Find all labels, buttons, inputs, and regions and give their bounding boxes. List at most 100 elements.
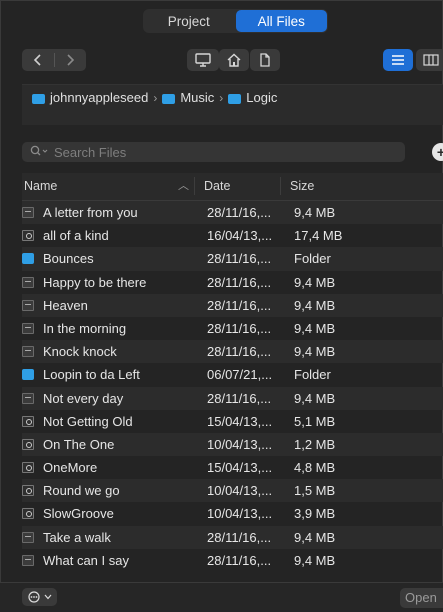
- document-icon: [260, 53, 270, 67]
- breadcrumb: johnnyappleseed › Music › Logic: [32, 90, 277, 105]
- audio-file-icon: [22, 485, 34, 497]
- column-divider[interactable]: [194, 177, 195, 195]
- folder-icon: [162, 93, 176, 104]
- column-divider[interactable]: [280, 177, 281, 195]
- file-size: Folder: [294, 367, 331, 383]
- folder-icon: [22, 253, 34, 265]
- file-name: Take a walk: [43, 529, 111, 545]
- file-name: In the morning: [43, 320, 127, 336]
- table-row[interactable]: Round we go 10/04/13,... 1,5 MB: [22, 479, 443, 503]
- file-size: 1,2 MB: [294, 436, 336, 452]
- table-row[interactable]: On The One 10/04/13,... 1,2 MB: [22, 432, 443, 457]
- file-date: 28/11/16,...: [207, 251, 272, 267]
- tab-project[interactable]: Project: [143, 9, 235, 33]
- file-date: 28/11/16,...: [207, 344, 272, 360]
- table-row[interactable]: Loopin to da Left 06/07/21,... Folder: [22, 363, 443, 386]
- sort-ascending-icon: ︿: [178, 180, 189, 192]
- table-row[interactable]: A letter from you 28/11/16,... 9,4 MB: [22, 201, 443, 225]
- project-file-icon: [22, 554, 34, 566]
- file-size: 1,5 MB: [294, 483, 336, 499]
- table-row[interactable]: Take a walk 28/11/16,... 9,4 MB: [22, 525, 443, 549]
- file-date: 28/11/16,...: [207, 274, 272, 290]
- file-date: 06/07/21,...: [207, 367, 273, 383]
- breadcrumb-separator: ›: [219, 90, 224, 105]
- forward-button[interactable]: [54, 49, 86, 71]
- project-file-icon: [22, 392, 34, 404]
- toolbar: [0, 40, 443, 78]
- breadcrumb-item-logic[interactable]: Logic: [246, 90, 277, 105]
- chevron-down-icon: [44, 594, 51, 600]
- file-size: 4,8 MB: [294, 460, 336, 476]
- file-name: What can I say: [43, 552, 129, 568]
- folder-icon: [22, 369, 34, 381]
- file-date: 28/11/16,...: [207, 297, 272, 313]
- file-size: 9,4 MB: [294, 344, 336, 360]
- project-file-icon: [22, 346, 34, 358]
- ellipsis-circle-icon: [27, 591, 40, 603]
- table-row[interactable]: Knock knock 28/11/16,... 9,4 MB: [22, 340, 443, 364]
- column-header-size[interactable]: Size: [290, 179, 314, 193]
- file-name: Knock knock: [43, 344, 117, 360]
- view-segmented-control: Project All Files: [143, 9, 328, 33]
- more-options-button[interactable]: [22, 588, 57, 606]
- file-size: 9,4 MB: [294, 205, 336, 220]
- file-size: 9,4 MB: [294, 297, 336, 313]
- table-row[interactable]: What can I say 28/11/16,... 9,4 MB: [22, 549, 443, 572]
- audio-file-icon: [22, 508, 34, 520]
- column-view-icon: [423, 54, 439, 66]
- list-view-icon: [392, 55, 404, 65]
- table-row[interactable]: Bounces 28/11/16,... Folder: [22, 247, 443, 271]
- open-button[interactable]: Open: [400, 588, 443, 608]
- chevron-right-icon: [67, 54, 75, 66]
- file-name: Round we go: [43, 483, 120, 499]
- table-row[interactable]: all of a kind 16/04/13,... 17,4 MB: [22, 224, 443, 247]
- column-header-name[interactable]: Name: [24, 179, 57, 193]
- file-date: 28/11/16,...: [207, 390, 272, 406]
- file-size: Folder: [294, 251, 331, 267]
- breadcrumb-item-music[interactable]: Music: [180, 90, 214, 105]
- file-name: Not Getting Old: [43, 413, 133, 429]
- file-name: On The One: [43, 436, 115, 452]
- file-list: A letter from you 28/11/16,... 9,4 MB all o…: [22, 201, 443, 572]
- table-row[interactable]: Happy to be there 28/11/16,... 9,4 MB: [22, 271, 443, 294]
- table-row[interactable]: Not Getting Old 15/04/13,... 5,1 MB: [22, 410, 443, 433]
- file-name: Happy to be there: [43, 274, 147, 290]
- file-size: 9,4 MB: [294, 552, 336, 568]
- breadcrumb-bar: johnnyappleseed › Music › Logic: [22, 84, 443, 125]
- table-row[interactable]: SlowGroove 10/04/13,... 3,9 MB: [22, 502, 443, 525]
- file-size: 9,4 MB: [294, 320, 336, 336]
- computer-button[interactable]: [187, 49, 219, 71]
- audio-file-icon: [22, 415, 34, 427]
- table-row[interactable]: In the morning 28/11/16,... 9,4 MB: [22, 317, 443, 340]
- tab-all-files[interactable]: All Files: [235, 10, 327, 32]
- file-name: A letter from you: [43, 205, 138, 220]
- column-view-button[interactable]: [416, 49, 443, 71]
- table-row[interactable]: OneMore 15/04/13,... 4,8 MB: [22, 456, 443, 479]
- search-field: [22, 142, 405, 162]
- project-file-icon: [22, 322, 34, 334]
- breadcrumb-item-home[interactable]: johnnyappleseed: [50, 90, 148, 105]
- search-icon[interactable]: [30, 145, 52, 160]
- file-name: OneMore: [43, 460, 98, 476]
- footer-bar: Open: [0, 582, 443, 612]
- documents-button[interactable]: [250, 49, 280, 71]
- back-button[interactable]: [22, 49, 54, 71]
- file-size: 5,1 MB: [294, 413, 336, 429]
- file-date: 15/04/13,...: [207, 460, 273, 476]
- file-size: 3,9 MB: [294, 506, 336, 522]
- file-name: all of a kind: [43, 228, 109, 244]
- home-folder-icon: [32, 93, 45, 104]
- file-date: 10/04/13,...: [207, 483, 273, 499]
- home-icon: [227, 53, 241, 67]
- column-header-date[interactable]: Date: [204, 179, 230, 193]
- table-row[interactable]: Heaven 28/11/16,... 9,4 MB: [22, 293, 443, 317]
- add-button[interactable]: +: [432, 143, 443, 161]
- nav-buttons: [22, 49, 86, 71]
- file-name: SlowGroove: [43, 506, 114, 522]
- search-input[interactable]: [52, 143, 386, 161]
- list-view-button[interactable]: [383, 49, 413, 71]
- home-button[interactable]: [219, 49, 249, 71]
- table-row[interactable]: Not every day 28/11/16,... 9,4 MB: [22, 386, 443, 410]
- file-date: 10/04/13,...: [207, 436, 273, 452]
- file-date: 28/11/16,...: [207, 529, 272, 545]
